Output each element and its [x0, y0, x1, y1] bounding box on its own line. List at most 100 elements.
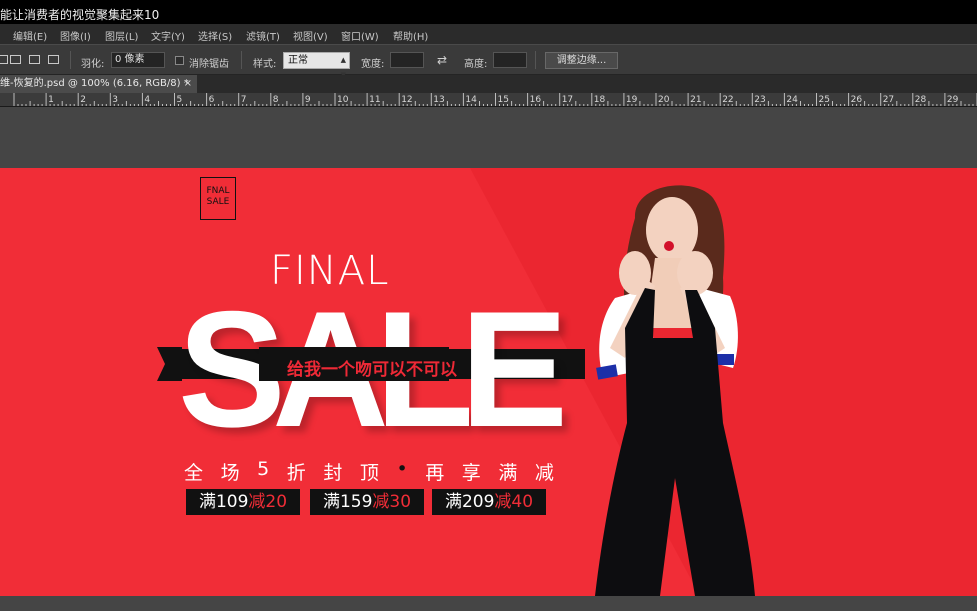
ruler-label: 27 — [883, 95, 894, 105]
swap-icon[interactable]: ⇄ — [437, 53, 447, 67]
ruler-label: 17 — [562, 95, 573, 105]
offer-jian: 减 — [248, 492, 266, 512]
intersect-selection-icon[interactable] — [48, 55, 59, 64]
ruler-label: 16 — [530, 95, 542, 105]
logo-line-2: SALE — [206, 197, 230, 207]
promo-tagline: 全 场 5 折 封 顶 • 再 享 满 减 — [184, 458, 554, 485]
final-sale-logo: FNAL SALE — [200, 177, 236, 220]
style-value: 正常 — [288, 55, 308, 66]
add-selection-icon[interactable] — [10, 55, 21, 64]
banner-canvas[interactable]: FNAL SALE FINAL SALE 给我一个吻可以不可以 全 场 5 折 … — [0, 168, 977, 596]
ruler-label: 14 — [465, 95, 477, 105]
offer-badge: 满209减40 — [432, 489, 546, 515]
tagline-char: 封 — [323, 462, 343, 484]
options-bar: 羽化: 0 像素 消除锯齿 样式: 正常▲▼ 宽度: ⇄ 高度: 调整边缘... — [0, 44, 977, 79]
ruler-label: 11 — [369, 95, 380, 105]
menu-image[interactable]: 图像(I) — [60, 28, 91, 43]
offer-threshold: 109 — [215, 492, 249, 512]
menu-select[interactable]: 选择(S) — [198, 28, 232, 43]
feather-label: 羽化: — [81, 59, 105, 70]
menu-bar: 编辑(E) 图像(I) 图层(L) 文字(Y) 选择(S) 滤镜(T) 视图(V… — [0, 24, 977, 44]
offer-badge: 满159减30 — [310, 489, 424, 515]
menu-help[interactable]: 帮助(H) — [393, 28, 428, 43]
menu-layer[interactable]: 图层(L) — [105, 28, 138, 43]
tagline-char: 顶 — [359, 462, 379, 484]
ruler-label: 25 — [819, 95, 830, 105]
ruler-label: 24 — [786, 95, 798, 105]
offer-man: 满 — [444, 492, 462, 512]
ruler-label: 29 — [947, 95, 959, 105]
ruler-label: 6 — [209, 95, 215, 105]
menu-view[interactable]: 视图(V) — [293, 28, 328, 43]
offer-threshold: 209 — [461, 492, 495, 512]
model-photo — [595, 185, 755, 596]
divider — [70, 51, 71, 69]
offer-jian: 减 — [372, 492, 390, 512]
menu-edit[interactable]: 编辑(E) — [13, 28, 47, 43]
ruler-label: 8 — [273, 95, 279, 105]
tagline-char: 折 — [286, 462, 306, 484]
tagline-char: 享 — [461, 462, 481, 484]
logo-line-1: FNAL — [206, 186, 230, 196]
tagline-char: 全 — [184, 462, 204, 484]
ruler-label: 7 — [241, 95, 247, 105]
style-dropdown[interactable]: 正常▲▼ — [283, 52, 350, 79]
antialias-checkbox[interactable] — [175, 56, 184, 65]
menu-window[interactable]: 窗口(W) — [341, 28, 379, 43]
height-input[interactable] — [493, 52, 527, 68]
ruler-label: 22 — [722, 95, 733, 105]
tagline-char: 5 — [257, 458, 270, 480]
ruler-label: 20 — [658, 95, 670, 105]
ruler-label: 13 — [433, 95, 444, 105]
offer-jian: 减 — [494, 492, 512, 512]
close-tab-icon[interactable]: × — [184, 75, 192, 93]
refine-edge-button[interactable]: 调整边缘... — [545, 52, 618, 69]
ruler-label: 2 — [80, 95, 86, 105]
feather-input[interactable]: 0 像素 — [111, 52, 165, 68]
document-tab[interactable]: 维-恢复的.psd @ 100% (6.16, RGB/8) * × — [0, 75, 197, 93]
ruler-label: 19 — [626, 95, 638, 105]
offer-discount: 40 — [511, 492, 534, 512]
document-tab-bar: 维-恢复的.psd @ 100% (6.16, RGB/8) * × — [0, 75, 977, 93]
menu-filter[interactable]: 滤镜(T) — [246, 28, 280, 43]
ruler-label: 26 — [851, 95, 863, 105]
ruler-label: 9 — [305, 95, 311, 105]
ruler-label: 21 — [690, 95, 701, 105]
new-selection-icon[interactable] — [0, 55, 8, 64]
ruler-label: 12 — [401, 95, 412, 105]
offer-discount: 20 — [265, 492, 288, 512]
ruler-label: 4 — [144, 95, 150, 105]
subtract-selection-icon[interactable] — [29, 55, 40, 64]
width-label: 宽度: — [361, 59, 385, 70]
window-titlebar: 能让消费者的视觉聚集起来10 — [0, 0, 977, 24]
document-tab-title: 维-恢复的.psd @ 100% (6.16, RGB/8) * — [0, 78, 189, 89]
ruler-label: 5 — [177, 95, 183, 105]
width-input[interactable] — [390, 52, 424, 68]
ruler-label: 3 — [112, 95, 118, 105]
divider — [241, 51, 242, 69]
offer-man: 满 — [198, 492, 216, 512]
tagline-char: 场 — [220, 462, 240, 484]
horizontal-ruler[interactable]: 1 2 3 4 5 6 7 8 9 10 11 12 13 14 15 16 17 18 19 20 21 22 23 24 2… — [0, 93, 977, 107]
tagline-char: 再 — [425, 462, 445, 484]
tagline-char: 减 — [534, 462, 554, 484]
offer-threshold: 159 — [339, 492, 373, 512]
ruler-label: 28 — [915, 95, 927, 105]
divider — [535, 51, 536, 69]
ruler-label: 18 — [594, 95, 606, 105]
offer-discount: 30 — [389, 492, 412, 512]
style-label: 样式: — [253, 59, 277, 70]
antialias-label: 消除锯齿 — [189, 59, 229, 70]
offer-badge: 满109减20 — [186, 489, 300, 515]
ruler-label: 23 — [754, 95, 765, 105]
offer-man: 满 — [322, 492, 340, 512]
window-title: 能让消费者的视觉聚集起来10 — [0, 8, 160, 22]
ruler-label: 15 — [498, 95, 509, 105]
ruler-label: 10 — [337, 95, 349, 105]
tagline-char: 满 — [498, 462, 518, 484]
menu-type[interactable]: 文字(Y) — [151, 28, 185, 43]
ribbon-slogan: 给我一个吻可以不可以 — [287, 360, 457, 380]
ruler-label: 1 — [48, 95, 54, 105]
tagline-dot: • — [396, 458, 408, 480]
ruler-ticks: 1 2 3 4 5 6 7 8 9 10 11 12 13 14 15 16 17 18 19 20 21 22 23 24 2… — [13, 93, 977, 106]
